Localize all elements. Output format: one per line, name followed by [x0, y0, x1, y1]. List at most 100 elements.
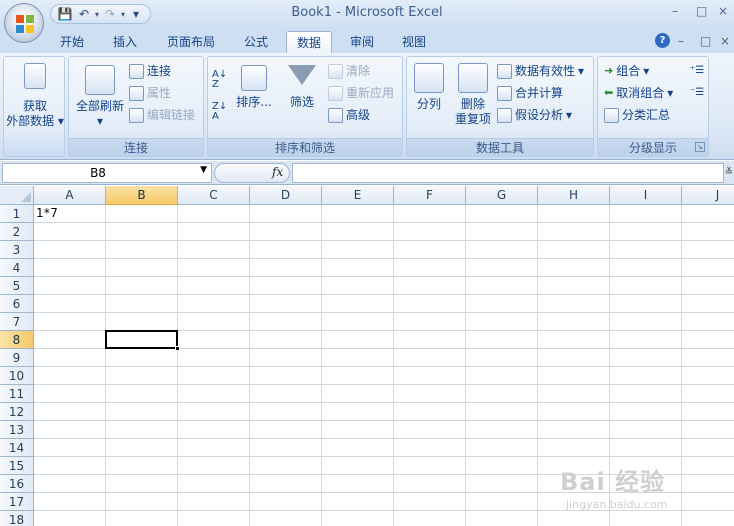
- ribbon-close-button[interactable]: ×: [720, 34, 730, 48]
- tab-data[interactable]: 数据: [286, 31, 332, 53]
- active-cell[interactable]: [105, 330, 178, 349]
- data-validation-label: 数据有效性: [515, 64, 576, 78]
- row-header-11[interactable]: 11: [0, 385, 34, 403]
- group-sort-filter: A↓ Z Z↓ A 排序... 筛选 清除 重新应用 高级 排序和筛选: [207, 56, 403, 157]
- reapply-icon: [328, 85, 343, 101]
- row-header-16[interactable]: 16: [0, 475, 34, 493]
- data-validation-button[interactable]: 数据有效性 ▾: [497, 62, 584, 80]
- maximize-button[interactable]: □: [696, 4, 707, 18]
- insert-function-icon[interactable]: fx: [272, 165, 283, 179]
- what-if-analysis-button[interactable]: 假设分析 ▾: [497, 106, 572, 124]
- row-header-17[interactable]: 17: [0, 493, 34, 511]
- row-header-7[interactable]: 7: [0, 313, 34, 331]
- row-header-15[interactable]: 15: [0, 457, 34, 475]
- group-button[interactable]: ➜ 组合 ▾: [604, 62, 649, 80]
- tab-review[interactable]: 审阅: [342, 31, 382, 53]
- tab-home[interactable]: 开始: [52, 31, 92, 53]
- gridline-horizontal: [34, 240, 734, 241]
- ribbon-minimize-button[interactable]: –: [678, 34, 684, 48]
- consolidate-icon: [497, 85, 512, 101]
- column-header-j[interactable]: J: [682, 186, 734, 205]
- select-all-corner[interactable]: [0, 186, 34, 205]
- row-header-10[interactable]: 10: [0, 367, 34, 385]
- row-header-1[interactable]: 1: [0, 205, 34, 223]
- row-header-3[interactable]: 3: [0, 241, 34, 259]
- row-header-6[interactable]: 6: [0, 295, 34, 313]
- data-validation-dropdown-icon: ▾: [578, 64, 585, 78]
- row-header-18[interactable]: 18: [0, 511, 34, 526]
- connections-group-label: 连接: [69, 138, 203, 156]
- get-external-label-1: 获取: [22, 99, 47, 113]
- filter-button[interactable]: 筛选: [280, 65, 324, 110]
- tab-formulas[interactable]: 公式: [236, 31, 276, 53]
- sort-descending-button[interactable]: Z↓ A: [212, 102, 227, 122]
- refresh-icon: [85, 65, 115, 95]
- formula-input[interactable]: [292, 163, 724, 183]
- column-header-f[interactable]: F: [394, 186, 466, 205]
- column-header-a[interactable]: A: [34, 186, 106, 205]
- subtotal-icon: [604, 107, 619, 123]
- column-header-d[interactable]: D: [250, 186, 322, 205]
- sort-button[interactable]: 排序...: [234, 65, 274, 110]
- close-button[interactable]: ×: [718, 4, 728, 18]
- filter-label: 筛选: [289, 95, 314, 109]
- column-header-b[interactable]: B: [106, 186, 178, 205]
- ribbon-restore-button[interactable]: □: [700, 34, 711, 48]
- remove-duplicates-icon: [458, 63, 488, 93]
- reapply-label: 重新应用: [346, 86, 395, 100]
- group-outline: ➜ 组合 ▾ ⬅ 取消组合 ▾ 分类汇总 ⁺☰ ⁻☰ 分级显示 ↘: [597, 56, 709, 157]
- office-button[interactable]: [4, 3, 44, 43]
- column-header-g[interactable]: G: [466, 186, 538, 205]
- row-header-8[interactable]: 8: [0, 331, 34, 349]
- tab-page-layout[interactable]: 页面布局: [158, 31, 224, 53]
- data-validation-icon: [497, 63, 512, 79]
- remove-duplicates-label-2: 重复项: [454, 112, 491, 126]
- outline-launcher-icon[interactable]: ↘: [695, 142, 705, 152]
- consolidate-button[interactable]: 合并计算: [497, 84, 563, 102]
- row-header-14[interactable]: 14: [0, 439, 34, 457]
- edit-links-button[interactable]: 编辑链接: [129, 106, 195, 124]
- advanced-filter-icon: [328, 107, 343, 123]
- help-icon[interactable]: ?: [655, 33, 670, 48]
- row-header-13[interactable]: 13: [0, 421, 34, 439]
- row-header-4[interactable]: 4: [0, 259, 34, 277]
- group-arrow-icon: ➜: [604, 64, 614, 77]
- ungroup-button[interactable]: ⬅ 取消组合 ▾: [604, 84, 673, 102]
- sort-ascending-button[interactable]: A↓ Z: [212, 69, 228, 90]
- text-to-columns-button[interactable]: 分列: [411, 63, 447, 112]
- filter-funnel-icon: [288, 65, 316, 85]
- row-header-5[interactable]: 5: [0, 277, 34, 295]
- column-header-c[interactable]: C: [178, 186, 250, 205]
- select-all-icon: [21, 192, 31, 202]
- minimize-button[interactable]: –: [672, 4, 678, 18]
- tab-view[interactable]: 视图: [394, 31, 434, 53]
- row-header-2[interactable]: 2: [0, 223, 34, 241]
- subtotal-button[interactable]: 分类汇总: [604, 106, 670, 124]
- get-external-data-button[interactable]: 获取 外部数据 ▾: [6, 63, 64, 129]
- refresh-all-button[interactable]: 全部刷新 ▾: [71, 65, 129, 129]
- clear-filter-button[interactable]: 清除: [328, 62, 370, 80]
- tab-insert[interactable]: 插入: [104, 31, 146, 53]
- sort-az-icon: A↓ Z: [212, 69, 228, 90]
- advanced-filter-button[interactable]: 高级: [328, 106, 370, 124]
- reapply-button[interactable]: 重新应用: [328, 84, 394, 102]
- fill-handle[interactable]: [175, 346, 180, 351]
- name-box[interactable]: B8 ▼: [2, 163, 212, 183]
- row-header-12[interactable]: 12: [0, 403, 34, 421]
- hide-detail-icon[interactable]: ⁻☰: [690, 84, 704, 102]
- column-header-e[interactable]: E: [322, 186, 394, 205]
- connections-button[interactable]: 连接: [129, 62, 171, 80]
- properties-label: 属性: [147, 86, 172, 100]
- cell-a1[interactable]: 1*7: [36, 204, 58, 222]
- column-header-h[interactable]: H: [538, 186, 610, 205]
- refresh-all-label: 全部刷新: [75, 99, 124, 113]
- expand-formula-bar-icon[interactable]: ≚: [724, 163, 734, 183]
- show-detail-icon[interactable]: ⁺☰: [690, 62, 704, 80]
- properties-button[interactable]: 属性: [129, 84, 171, 102]
- column-header-i[interactable]: I: [610, 186, 682, 205]
- name-box-dropdown-icon[interactable]: ▼: [200, 165, 207, 175]
- gridline-horizontal: [34, 294, 734, 295]
- remove-duplicates-button[interactable]: 删除 重复项: [451, 63, 495, 127]
- consolidate-label: 合并计算: [515, 86, 564, 100]
- row-header-9[interactable]: 9: [0, 349, 34, 367]
